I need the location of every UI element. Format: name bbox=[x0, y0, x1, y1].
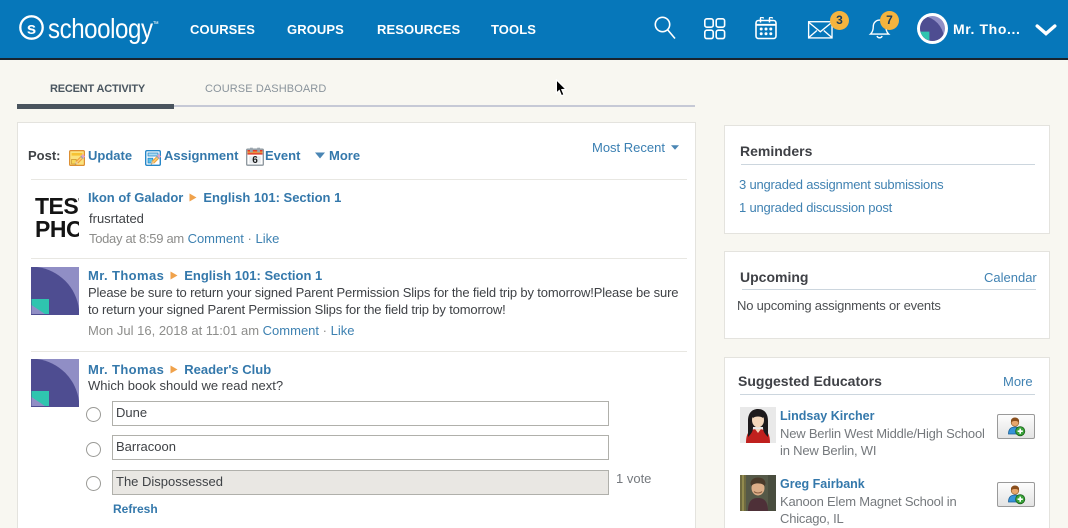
svg-text:6: 6 bbox=[252, 155, 258, 166]
svg-text:s: s bbox=[27, 19, 36, 38]
